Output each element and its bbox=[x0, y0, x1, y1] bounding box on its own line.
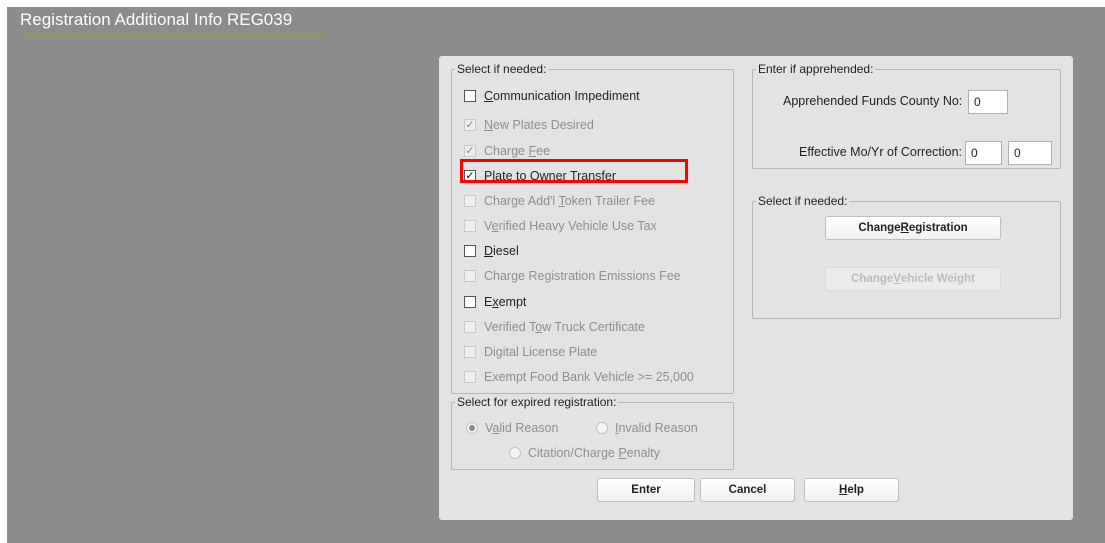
checkbox-label: Charge Add'l Token Trailer Fee bbox=[484, 194, 656, 208]
exempt-food-bank-vehicle-checkbox[interactable]: Exempt Food Bank Vehicle >= 25,000 bbox=[464, 368, 694, 386]
apprehended-group-legend: Enter if apprehended: bbox=[756, 62, 876, 76]
valid-reason-radio[interactable]: Valid Reason bbox=[466, 419, 558, 437]
checkbox-label: Digital License Plate bbox=[484, 345, 598, 359]
citation-charge-penalty-radio[interactable]: Citation/Charge Penalty bbox=[509, 444, 660, 462]
checkbox-label: Diesel bbox=[484, 244, 519, 258]
change-vehicle-weight-button[interactable]: Change Vehicle Weight bbox=[825, 267, 1001, 291]
highlight-box bbox=[460, 159, 688, 183]
checkbox-label: Exempt bbox=[484, 295, 527, 309]
checkbox-box[interactable]: ✓ bbox=[464, 119, 476, 131]
checkbox-label: Charge Registration Emissions Fee bbox=[484, 269, 681, 283]
communication-impediment-checkbox[interactable]: Communication Impediment bbox=[464, 87, 640, 105]
radio-dot[interactable] bbox=[596, 422, 608, 434]
radio-label: Invalid Reason bbox=[615, 421, 698, 435]
charge-registration-emissions-fee-checkbox[interactable]: Charge Registration Emissions Fee bbox=[464, 267, 681, 285]
help-button[interactable]: Help bbox=[804, 478, 899, 502]
checkbox-label: Charge Fee bbox=[484, 144, 551, 158]
checkbox-box[interactable] bbox=[464, 270, 476, 282]
page-title: Registration Additional Info REG039 bbox=[20, 10, 293, 29]
new-plates-desired-checkbox[interactable]: ✓ New Plates Desired bbox=[464, 116, 594, 134]
enter-button[interactable]: Enter bbox=[597, 478, 695, 502]
change-registration-button[interactable]: Change Registration bbox=[825, 216, 1001, 240]
radio-dot[interactable] bbox=[509, 447, 521, 459]
checkbox-box[interactable]: ✓ bbox=[464, 145, 476, 157]
radio-label: Citation/Charge Penalty bbox=[528, 446, 661, 460]
checkbox-box[interactable] bbox=[464, 321, 476, 333]
actions-group-legend: Select if needed: bbox=[756, 194, 850, 208]
checkbox-label: New Plates Desired bbox=[484, 118, 594, 132]
checkbox-label: Verified Heavy Vehicle Use Tax bbox=[484, 219, 657, 233]
effective-correction-label: Effective Mo/Yr of Correction: bbox=[799, 145, 963, 159]
checkbox-box[interactable] bbox=[464, 346, 476, 358]
cancel-button[interactable]: Cancel bbox=[700, 478, 795, 502]
exempt-checkbox[interactable]: Exempt bbox=[464, 293, 526, 311]
apprehended-county-input[interactable] bbox=[968, 90, 1008, 114]
radio-dot[interactable] bbox=[466, 422, 478, 434]
checkbox-box[interactable] bbox=[464, 371, 476, 383]
checkbox-box[interactable] bbox=[464, 220, 476, 232]
expired-group-legend: Select for expired registration: bbox=[455, 395, 619, 409]
checkbox-label: Communication Impediment bbox=[484, 89, 640, 103]
checkbox-box[interactable] bbox=[464, 296, 476, 308]
correction-year-input[interactable] bbox=[1008, 141, 1052, 165]
checkbox-label: Exempt Food Bank Vehicle >= 25,000 bbox=[484, 370, 694, 384]
apprehended-county-label: Apprehended Funds County No: bbox=[783, 94, 963, 108]
checkbox-box[interactable] bbox=[464, 90, 476, 102]
charge-fee-checkbox[interactable]: ✓ Charge Fee bbox=[464, 142, 550, 160]
radio-label: Valid Reason bbox=[485, 421, 559, 435]
verified-heavy-vehicle-use-tax-checkbox[interactable]: Verified Heavy Vehicle Use Tax bbox=[464, 217, 657, 235]
checkbox-box[interactable] bbox=[464, 195, 476, 207]
additional-info-dialog: Select if needed: Communication Impedime… bbox=[439, 56, 1073, 520]
invalid-reason-radio[interactable]: Invalid Reason bbox=[596, 419, 698, 437]
options-group-legend: Select if needed: bbox=[455, 62, 549, 76]
title-underline bbox=[20, 34, 326, 35]
checkbox-box[interactable] bbox=[464, 245, 476, 257]
digital-license-plate-checkbox[interactable]: Digital License Plate bbox=[464, 343, 597, 361]
diesel-checkbox[interactable]: Diesel bbox=[464, 242, 519, 260]
checkbox-label: Verified Tow Truck Certificate bbox=[484, 320, 645, 334]
app-screen: Registration Additional Info REG039 Sele… bbox=[7, 7, 1105, 543]
verified-tow-truck-certificate-checkbox[interactable]: Verified Tow Truck Certificate bbox=[464, 318, 645, 336]
charge-token-trailer-fee-checkbox[interactable]: Charge Add'l Token Trailer Fee bbox=[464, 192, 655, 210]
correction-month-input[interactable] bbox=[965, 141, 1002, 165]
